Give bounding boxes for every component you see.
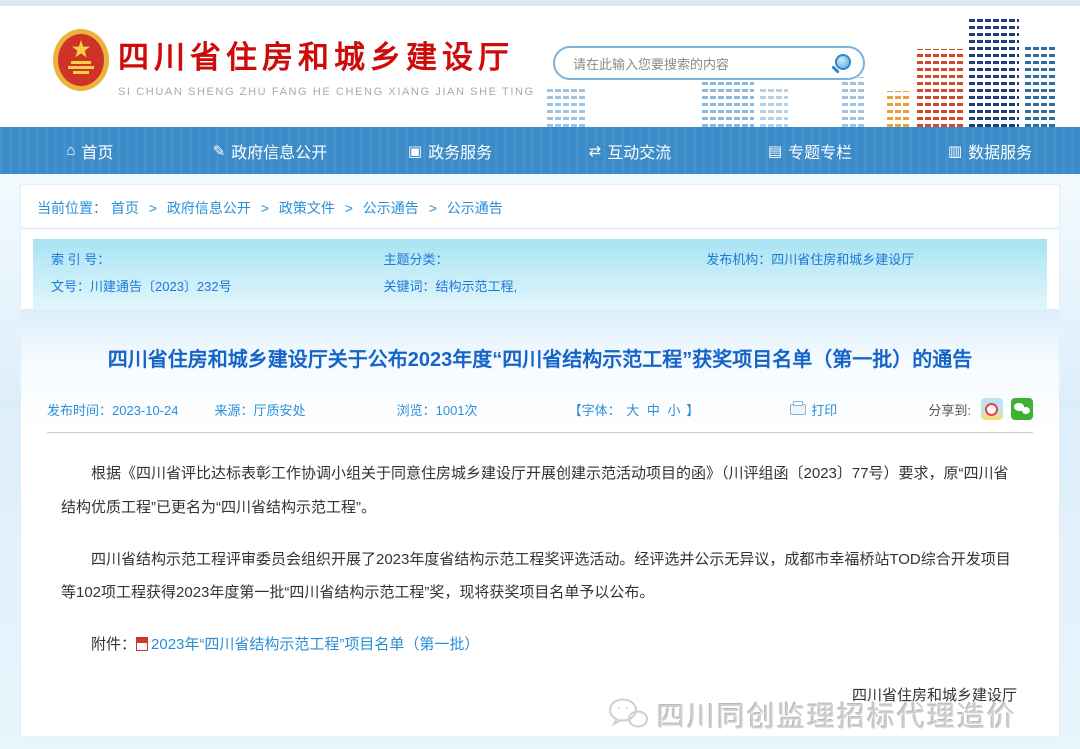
article-title: 四川省住房和城乡建设厅关于公布2023年度“四川省结构示范工程”获奖项目名单（第… xyxy=(71,343,1009,372)
search-icon[interactable] xyxy=(835,54,851,70)
breadcrumb-separator: > xyxy=(429,200,437,216)
site-title: 四川省住房和城乡建设厅 xyxy=(118,32,535,77)
category-label: 主题分类： xyxy=(384,249,707,268)
document-meta-table: 索 引 号： 主题分类： 发布机构：四川省住房和城乡建设厅 文号：川建通告〔20… xyxy=(33,239,1047,309)
nav-label: 数据服务 xyxy=(968,139,1032,163)
meta-empty-cell xyxy=(706,276,1029,295)
content-background: 当前位置： 首页 > 政府信息公开 > 政策文件 > 公示通告 > 公示通告 索… xyxy=(0,174,1080,749)
building-shape xyxy=(545,85,585,127)
keywords: 关键词：结构示范工程, xyxy=(384,276,707,295)
breadcrumb-label: 当前位置： xyxy=(37,200,107,216)
breadcrumb-gov-info[interactable]: 政府信息公开 xyxy=(167,200,251,216)
breadcrumb: 当前位置： 首页 > 政府信息公开 > 政策文件 > 公示通告 > 公示通告 xyxy=(21,185,1059,229)
watermark: 四川同创监理招标代理造价 xyxy=(63,695,1017,735)
nav-label: 政府信息公开 xyxy=(231,139,327,163)
article-meta-row: 发布时间：2023-10-24 来源：厅质安处 浏览：1001次 【字体： 大 … xyxy=(47,398,1033,433)
exchange-arrows-icon: ⇄ xyxy=(589,142,602,160)
font-size-prefix: 【字体： xyxy=(569,403,621,418)
wechat-share-icon[interactable] xyxy=(1011,398,1033,420)
nav-label: 首页 xyxy=(82,139,114,163)
article-footer: 四川省住房和城乡建设厅 四川同创监理招标代理造价 2023年10月23日 xyxy=(21,662,1059,737)
content-card: 当前位置： 首页 > 政府信息公开 > 政策文件 > 公示通告 > 公示通告 索… xyxy=(20,184,1060,737)
print-button[interactable]: 打印 xyxy=(790,400,837,419)
nav-label: 政务服务 xyxy=(428,139,492,163)
breadcrumb-policy-files[interactable]: 政策文件 xyxy=(279,200,335,216)
breadcrumb-separator: > xyxy=(149,200,157,216)
weibo-share-icon[interactable] xyxy=(981,398,1003,420)
share-label: 分享到: xyxy=(928,400,971,419)
wechat-outline-icon xyxy=(607,697,649,733)
building-shape xyxy=(840,77,864,127)
attachment-row: 附件： 2023年“四川省结构示范工程”项目名单（第一批） xyxy=(61,628,1019,662)
building-shape xyxy=(967,19,1019,127)
breadcrumb-separator: > xyxy=(345,200,353,216)
search-input[interactable] xyxy=(571,53,825,75)
page: 四川省住房和城乡建设厅 SI CHUAN SHENG ZHU FANG HE C… xyxy=(0,0,1080,749)
site-header: 四川省住房和城乡建设厅 SI CHUAN SHENG ZHU FANG HE C… xyxy=(0,6,1080,127)
national-emblem-logo xyxy=(52,28,110,97)
font-size-medium[interactable]: 中 xyxy=(647,403,660,418)
site-title-block: 四川省住房和城乡建设厅 SI CHUAN SHENG ZHU FANG HE C… xyxy=(118,32,535,98)
nav-label: 互动交流 xyxy=(607,139,671,163)
article-body: 根据《四川省评比达标表彰工作协调小组关于同意住房城乡建设厅开展创建示范活动项目的… xyxy=(21,433,1059,662)
pdf-file-icon xyxy=(136,637,148,651)
share-bar: 分享到: xyxy=(928,398,1033,420)
article-title-band: 四川省住房和城乡建设厅关于公布2023年度“四川省结构示范工程”获奖项目名单（第… xyxy=(21,309,1059,433)
document-edit-icon: ✎ xyxy=(213,142,226,160)
article-source: 来源：厅质安处 xyxy=(215,400,306,419)
font-size-large[interactable]: 大 xyxy=(626,403,639,418)
nav-item-gov-info[interactable]: ✎ 政府信息公开 xyxy=(180,139,360,163)
nav-item-interaction[interactable]: ⇄ 互动交流 xyxy=(540,139,720,163)
breadcrumb-home[interactable]: 首页 xyxy=(111,200,139,216)
nav-item-data[interactable]: ▥ 数据服务 xyxy=(900,139,1080,163)
building-shape xyxy=(915,49,963,127)
nav-item-topics[interactable]: ▤ 专题专栏 xyxy=(720,139,900,163)
chart-icon: ▥ xyxy=(948,142,962,160)
printer-icon xyxy=(790,404,806,415)
building-shape xyxy=(1023,43,1057,127)
issuing-agency: 发布机构：四川省住房和城乡建设厅 xyxy=(706,249,1029,268)
publish-time: 发布时间：2023-10-24 xyxy=(47,400,179,419)
font-size-suffix: 】 xyxy=(686,403,699,418)
attachment-link[interactable]: 2023年“四川省结构示范工程”项目名单（第一批） xyxy=(151,636,479,653)
nav-item-services[interactable]: ▣ 政务服务 xyxy=(360,139,540,163)
article-paragraph: 根据《四川省评比达标表彰工作协调小组关于同意住房城乡建设厅开展创建示范活动项目的… xyxy=(61,457,1019,525)
search-box xyxy=(553,46,865,80)
site-subtitle: SI CHUAN SHENG ZHU FANG HE CHENG XIANG J… xyxy=(118,86,535,98)
breadcrumb-separator: > xyxy=(261,200,269,216)
font-size-selector: 【字体： 大 中 小 】 xyxy=(569,400,700,419)
font-size-small[interactable]: 小 xyxy=(668,403,681,418)
view-count: 浏览：1001次 xyxy=(397,400,478,419)
print-label: 打印 xyxy=(811,400,837,419)
watermark-text: 四川同创监理招标代理造价 xyxy=(657,695,1017,735)
breadcrumb-notices[interactable]: 公示通告 xyxy=(363,200,419,216)
doc-number: 文号：川建通告〔2023〕232号 xyxy=(51,276,384,295)
attachment-label: 附件： xyxy=(91,636,136,653)
index-number-label: 索 引 号： xyxy=(51,249,384,268)
home-icon: ⌂ xyxy=(66,142,75,159)
building-shape xyxy=(758,87,788,127)
breadcrumb-current[interactable]: 公示通告 xyxy=(447,200,503,216)
nav-label: 专题专栏 xyxy=(788,139,852,163)
article-paragraph: 四川省结构示范工程评审委员会组织开展了2023年度省结构示范工程奖评选活动。经评… xyxy=(61,543,1019,611)
main-nav: ⌂ 首页 ✎ 政府信息公开 ▣ 政务服务 ⇄ 互动交流 ▤ 专题专栏 ▥ 数据服… xyxy=(0,127,1080,174)
grid-icon: ▤ xyxy=(768,142,782,160)
monitor-icon: ▣ xyxy=(408,142,422,160)
nav-item-home[interactable]: ⌂ 首页 xyxy=(0,139,180,163)
building-shape xyxy=(885,91,911,127)
